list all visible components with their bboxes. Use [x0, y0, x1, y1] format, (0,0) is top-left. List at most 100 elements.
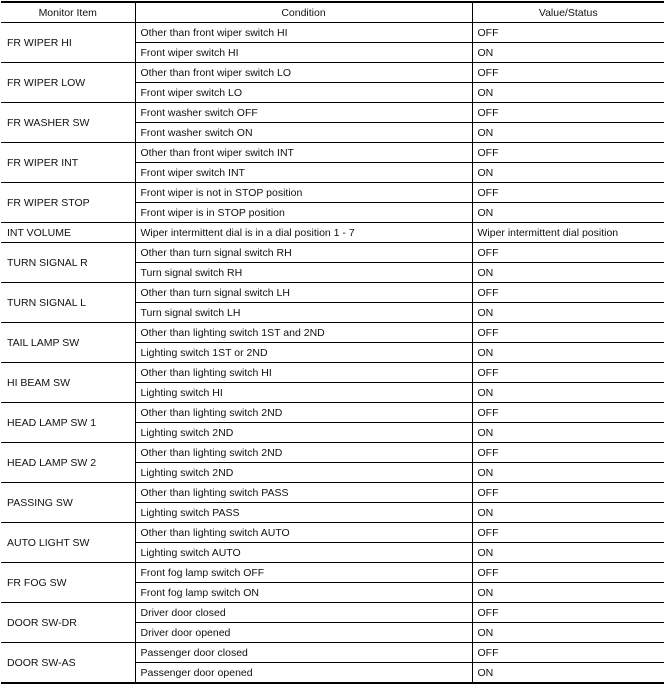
value-status-cell: OFF: [471, 242, 664, 263]
table-row: TURN SIGNAL R Other than turn signal swit…: [1, 242, 664, 283]
value-status-cell: OFF: [471, 182, 664, 203]
value-status-cell: Wiper intermittent dial position: [471, 222, 664, 243]
value-status-cell: OFF: [471, 62, 664, 83]
value-status-cell: OFF: [471, 322, 664, 343]
value-status-cell: OFF: [471, 482, 664, 503]
value-status-cell: ON: [471, 542, 664, 563]
table-row: FR WIPER HI Other than front wiper switch…: [1, 22, 664, 63]
monitor-item-cell: DOOR SW-DR: [1, 602, 135, 643]
condition-cell: Lighting switch HI: [134, 382, 472, 403]
value-status-cell: OFF: [471, 602, 664, 623]
monitor-item-cell: HEAD LAMP SW 2: [1, 442, 135, 483]
value-status-cell: OFF: [471, 362, 664, 383]
monitor-item-cell: HEAD LAMP SW 1: [1, 402, 135, 443]
value-status-cell: ON: [471, 382, 664, 403]
table-row: DOOR SW-AS Passenger door closed OFF: [1, 642, 664, 684]
monitor-item-cell: HI BEAM SW: [1, 362, 135, 403]
condition-cell: Turn signal switch RH: [134, 262, 472, 283]
condition-cell: Front fog lamp switch OFF: [134, 562, 472, 583]
value-status-cell: ON: [471, 42, 664, 63]
condition-cell: Other than lighting switch PASS: [134, 482, 472, 503]
condition-cell: Front fog lamp switch ON: [134, 582, 472, 603]
monitor-item-cell: INT VOLUME: [1, 222, 135, 243]
monitor-item-table: Monitor Item Condition Value/Status FR W…: [1, 1, 664, 684]
table-row: FR FOG SW Front fog lamp switch OFF OFF: [1, 562, 664, 603]
condition-cell: Lighting switch AUTO: [134, 542, 472, 563]
table-row: TAIL LAMP SW Other than lighting switch 1…: [1, 322, 664, 363]
monitor-item-cell: DOOR SW-AS: [1, 642, 135, 684]
condition-cell: Front wiper switch LO: [134, 82, 472, 103]
value-status-cell: ON: [471, 262, 664, 283]
value-status-cell: ON: [471, 582, 664, 603]
condition-cell: Lighting switch PASS: [134, 502, 472, 523]
table-row: PASSING SW Other than lighting switch PAS…: [1, 482, 664, 523]
value-status-cell: OFF: [471, 22, 664, 43]
table-row: FR WASHER SW Front washer switch OFF OFF: [1, 102, 664, 143]
monitor-item-cell: TAIL LAMP SW: [1, 322, 135, 363]
value-status-cell: OFF: [471, 282, 664, 303]
condition-cell: Other than front wiper switch LO: [134, 62, 472, 83]
monitor-item-cell: FR WIPER LOW: [1, 62, 135, 103]
header-value-status: Value/Status: [471, 2, 664, 23]
condition-cell: Other than turn signal switch LH: [134, 282, 472, 303]
table-row: HI BEAM SW Other than lighting switch HI O…: [1, 362, 664, 403]
value-status-cell: OFF: [471, 562, 664, 583]
monitor-item-cell: FR WIPER STOP: [1, 182, 135, 223]
table-row: HEAD LAMP SW 2 Other than lighting switch…: [1, 442, 664, 483]
value-status-cell: ON: [471, 662, 664, 684]
condition-cell: Front washer switch OFF: [134, 102, 472, 123]
condition-cell: Turn signal switch LH: [134, 302, 472, 323]
condition-cell: Passenger door closed: [134, 642, 472, 663]
value-status-cell: ON: [471, 162, 664, 183]
condition-cell: Driver door closed: [134, 602, 472, 623]
header-condition: Condition: [134, 2, 472, 23]
condition-cell: Passenger door opened: [134, 662, 472, 684]
value-status-cell: OFF: [471, 442, 664, 463]
value-status-cell: OFF: [471, 102, 664, 123]
monitor-item-cell: FR FOG SW: [1, 562, 135, 603]
table-row: FR WIPER STOP Front wiper is not in STOP …: [1, 182, 664, 223]
monitor-item-cell: TURN SIGNAL R: [1, 242, 135, 283]
value-status-cell: ON: [471, 202, 664, 223]
condition-cell: Front wiper switch INT: [134, 162, 472, 183]
condition-cell: Front wiper switch HI: [134, 42, 472, 63]
header-row: Monitor Item Condition Value/Status: [1, 2, 664, 23]
value-status-cell: ON: [471, 82, 664, 103]
condition-cell: Lighting switch 2ND: [134, 422, 472, 443]
value-status-cell: OFF: [471, 402, 664, 423]
monitor-item-cell: FR WIPER HI: [1, 22, 135, 63]
value-status-cell: ON: [471, 302, 664, 323]
condition-cell: Wiper intermittent dial is in a dial pos…: [134, 222, 472, 243]
value-status-cell: ON: [471, 122, 664, 143]
condition-cell: Other than lighting switch AUTO: [134, 522, 472, 543]
value-status-cell: OFF: [471, 522, 664, 543]
header-monitor-item: Monitor Item: [1, 2, 135, 23]
table-row: AUTO LIGHT SW Other than lighting switch …: [1, 522, 664, 563]
value-status-cell: ON: [471, 342, 664, 363]
value-status-cell: ON: [471, 462, 664, 483]
monitor-item-cell: AUTO LIGHT SW: [1, 522, 135, 563]
table-row: HEAD LAMP SW 1 Other than lighting switch…: [1, 402, 664, 443]
condition-cell: Other than lighting switch 2ND: [134, 442, 472, 463]
condition-cell: Driver door opened: [134, 622, 472, 643]
value-status-cell: OFF: [471, 642, 664, 663]
condition-cell: Other than front wiper switch INT: [134, 142, 472, 163]
value-status-cell: ON: [471, 502, 664, 523]
condition-cell: Other than lighting switch 2ND: [134, 402, 472, 423]
value-status-cell: ON: [471, 422, 664, 443]
condition-cell: Other than lighting switch HI: [134, 362, 472, 383]
condition-cell: Other than turn signal switch RH: [134, 242, 472, 263]
condition-cell: Front wiper is in STOP position: [134, 202, 472, 223]
value-status-cell: ON: [471, 622, 664, 643]
monitor-item-cell: TURN SIGNAL L: [1, 282, 135, 323]
condition-cell: Lighting switch 1ST or 2ND: [134, 342, 472, 363]
monitor-item-cell: PASSING SW: [1, 482, 135, 523]
condition-cell: Lighting switch 2ND: [134, 462, 472, 483]
monitor-item-cell: FR WASHER SW: [1, 102, 135, 143]
table-row: INT VOLUME Wiper intermittent dial is in …: [1, 222, 664, 243]
table-row: TURN SIGNAL L Other than turn signal swit…: [1, 282, 664, 323]
table-row: DOOR SW-DR Driver door closed OFF: [1, 602, 664, 643]
condition-cell: Front wiper is not in STOP position: [134, 182, 472, 203]
table-body: FR WIPER HI Other than front wiper switch…: [1, 22, 664, 684]
condition-cell: Other than front wiper switch HI: [134, 22, 472, 43]
